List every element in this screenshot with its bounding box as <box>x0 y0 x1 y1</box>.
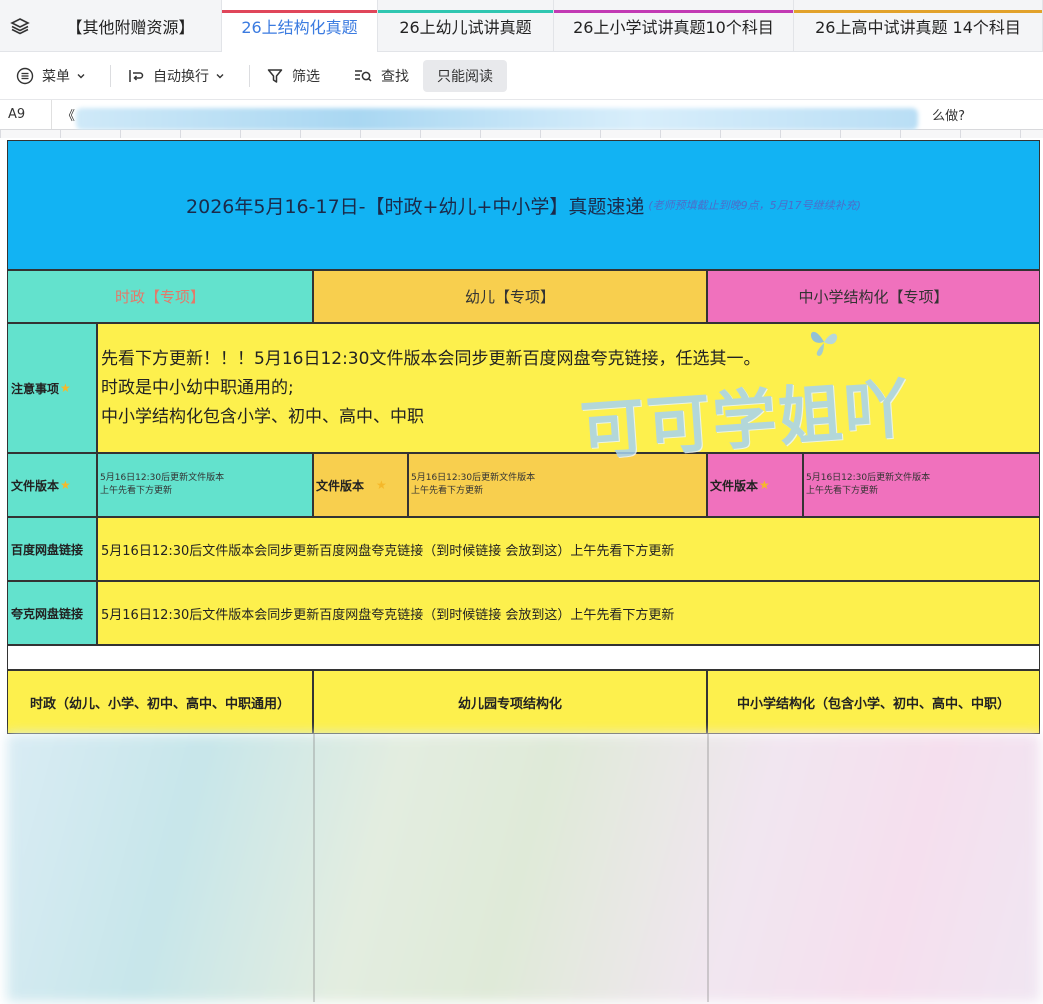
formula-text-end: 么做? <box>932 109 965 124</box>
tab-color-bar <box>794 10 1042 13</box>
file-version-label-cell[interactable]: 文件版本 ★ <box>313 453 408 517</box>
link-text: 5月16日12:30后文件版本会同步更新百度网盘夸克链接（到时候链接 会放到这）… <box>101 607 675 623</box>
spreadsheet-grid: 2026年5月16-17日-【时政+幼儿+中小学】真题速递 (老师预填截止到晚9… <box>0 138 1043 1004</box>
header-label: 中小学结构化【专项】 <box>798 288 949 306</box>
notice-line: 先看下方更新！！！5月16日12:30文件版本会同步更新百度网盘夸克链接，任选其… <box>101 348 761 369</box>
column-ruler <box>0 130 1043 138</box>
read-only-button[interactable]: 只能阅读 <box>423 59 507 92</box>
subheader-label: 中小学结构化（包含小学、初中、高中、中职） <box>736 696 1010 712</box>
baidu-link-cell[interactable]: 5月16日12:30后文件版本会同步更新百度网盘夸克链接（到时候链接 会放到这）… <box>97 517 1040 581</box>
wrap-text-icon <box>129 69 144 82</box>
tab-highschool-questions[interactable]: 26上高中试讲真题 14个科目 <box>794 0 1043 52</box>
filter-icon <box>267 68 283 83</box>
blurred-content-area <box>7 734 1040 1002</box>
file-version-line: 5月16日12:30后更新文件版本 <box>806 473 931 483</box>
file-version-label: 文件版本 <box>11 478 60 493</box>
star-icon: ★ <box>60 478 71 492</box>
notice-line: 中小学结构化包含小学、初中、高中、中职 <box>101 406 424 427</box>
layers-icon[interactable] <box>0 0 40 52</box>
file-version-label: 文件版本 <box>316 478 365 493</box>
baidu-link-label-cell[interactable]: 百度网盘链接 <box>7 517 97 581</box>
baidu-link-label: 百度网盘链接 <box>11 542 84 557</box>
file-version-cell[interactable]: 5月16日12:30后更新文件版本 上午先看下方更新 <box>803 453 1040 517</box>
find-label: 查找 <box>381 68 409 85</box>
file-version-line: 上午先看下方更新 <box>411 486 484 496</box>
subheader-label: 幼儿园专项结构化 <box>457 696 562 712</box>
empty-row[interactable] <box>7 645 1040 670</box>
sheet-tab-bar: 【其他附赠资源】 26上结构化真题 26上幼儿试讲真题 26上小学试讲真题10个… <box>0 0 1043 52</box>
auto-wrap-button[interactable]: 自动换行 <box>119 60 241 92</box>
butterfly-icon <box>810 331 838 356</box>
star-icon: ★ <box>60 381 71 395</box>
file-version-cell[interactable]: 5月16日12:30后更新文件版本 上午先看下方更新 <box>97 453 313 517</box>
tab-color-bar <box>378 10 553 13</box>
banner-note: (老师预填截止到晚9点，5月17号继续补充) <box>648 199 861 212</box>
banner-title: 2026年5月16-17日-【时政+幼儿+中小学】真题速递 <box>186 195 645 218</box>
header-primary-secondary[interactable]: 中小学结构化【专项】 <box>707 270 1040 323</box>
menu-label: 菜单 <box>42 68 70 85</box>
notice-line: 时政是中小幼中职通用的; <box>101 377 294 398</box>
tab-color-bar <box>554 10 793 13</box>
subheader-primary-secondary[interactable]: 中小学结构化（包含小学、初中、高中、中职） <box>707 670 1040 734</box>
header-kindergarten[interactable]: 幼儿【专项】 <box>313 270 707 323</box>
read-only-label: 只能阅读 <box>437 68 493 85</box>
tab-label: 26上小学试讲真题10个科目 <box>573 18 774 37</box>
subheader-kindergarten[interactable]: 幼儿园专项结构化 <box>313 670 707 734</box>
auto-wrap-label: 自动换行 <box>153 68 209 85</box>
star-icon: ★ <box>376 478 387 492</box>
tab-label: 【其他附赠资源】 <box>66 18 195 37</box>
header-current-affairs[interactable]: 时政【专项】 <box>7 270 313 323</box>
chevron-down-icon <box>77 73 85 78</box>
tab-kindergarten-questions[interactable]: 26上幼儿试讲真题 <box>378 0 554 52</box>
column-divider <box>707 734 709 1002</box>
redaction-blur <box>76 108 918 130</box>
toolbar-divider <box>249 64 250 87</box>
file-version-line: 5月16日12:30后更新文件版本 <box>411 473 536 483</box>
tab-primary-questions[interactable]: 26上小学试讲真题10个科目 <box>554 0 794 52</box>
find-button[interactable]: 查找 <box>345 60 417 92</box>
file-version-line: 上午先看下方更新 <box>100 486 173 496</box>
file-version-label: 文件版本 <box>710 478 759 493</box>
notice-label: 注意事项 <box>11 381 60 396</box>
header-label: 幼儿【专项】 <box>464 288 555 306</box>
star-icon: ★ <box>759 478 770 492</box>
banner-cell[interactable]: 2026年5月16-17日-【时政+幼儿+中小学】真题速递 (老师预填截止到晚9… <box>7 140 1040 270</box>
filter-button[interactable]: 筛选 <box>258 60 328 92</box>
tab-label: 26上高中试讲真题 14个科目 <box>815 18 1021 37</box>
tab-label: 26上结构化真题 <box>241 18 358 37</box>
cell-reference[interactable]: A9 <box>0 100 52 129</box>
menu-icon <box>16 67 34 84</box>
toolbar: 菜单 自动换行 筛选 查找 只能阅读 <box>0 52 1043 100</box>
quark-link-label: 夸克网盘链接 <box>11 606 84 621</box>
header-label: 时政【专项】 <box>114 288 205 306</box>
quark-link-cell[interactable]: 5月16日12:30后文件版本会同步更新百度网盘夸克链接（到时候链接 会放到这）… <box>97 581 1040 645</box>
quark-link-label-cell[interactable]: 夸克网盘链接 <box>7 581 97 645</box>
subheader-label: 时政（幼儿、小学、初中、高中、中职通用） <box>29 696 290 712</box>
formula-text-start: 《 <box>62 109 76 124</box>
menu-button[interactable]: 菜单 <box>8 60 102 92</box>
filter-label: 筛选 <box>292 68 320 85</box>
subheader-current-affairs[interactable]: 时政（幼儿、小学、初中、高中、中职通用） <box>7 670 313 734</box>
tab-color-bar <box>222 10 377 13</box>
tab-label: 26上幼儿试讲真题 <box>399 18 532 37</box>
tab-structured-questions[interactable]: 26上结构化真题 <box>222 0 378 52</box>
toolbar-divider <box>110 64 111 87</box>
tab-other-resources[interactable]: 【其他附赠资源】 <box>40 0 222 52</box>
notice-label-cell[interactable]: 注意事项 ★ <box>7 323 97 453</box>
search-icon <box>355 69 372 82</box>
file-version-line: 上午先看下方更新 <box>806 486 879 496</box>
file-version-line: 5月16日12:30后更新文件版本 <box>100 473 225 483</box>
column-divider <box>313 734 315 1002</box>
link-text: 5月16日12:30后文件版本会同步更新百度网盘夸克链接（到时候链接 会放到这）… <box>101 543 675 559</box>
chevron-down-icon <box>216 73 224 78</box>
file-version-label-cell[interactable]: 文件版本 ★ <box>7 453 97 517</box>
